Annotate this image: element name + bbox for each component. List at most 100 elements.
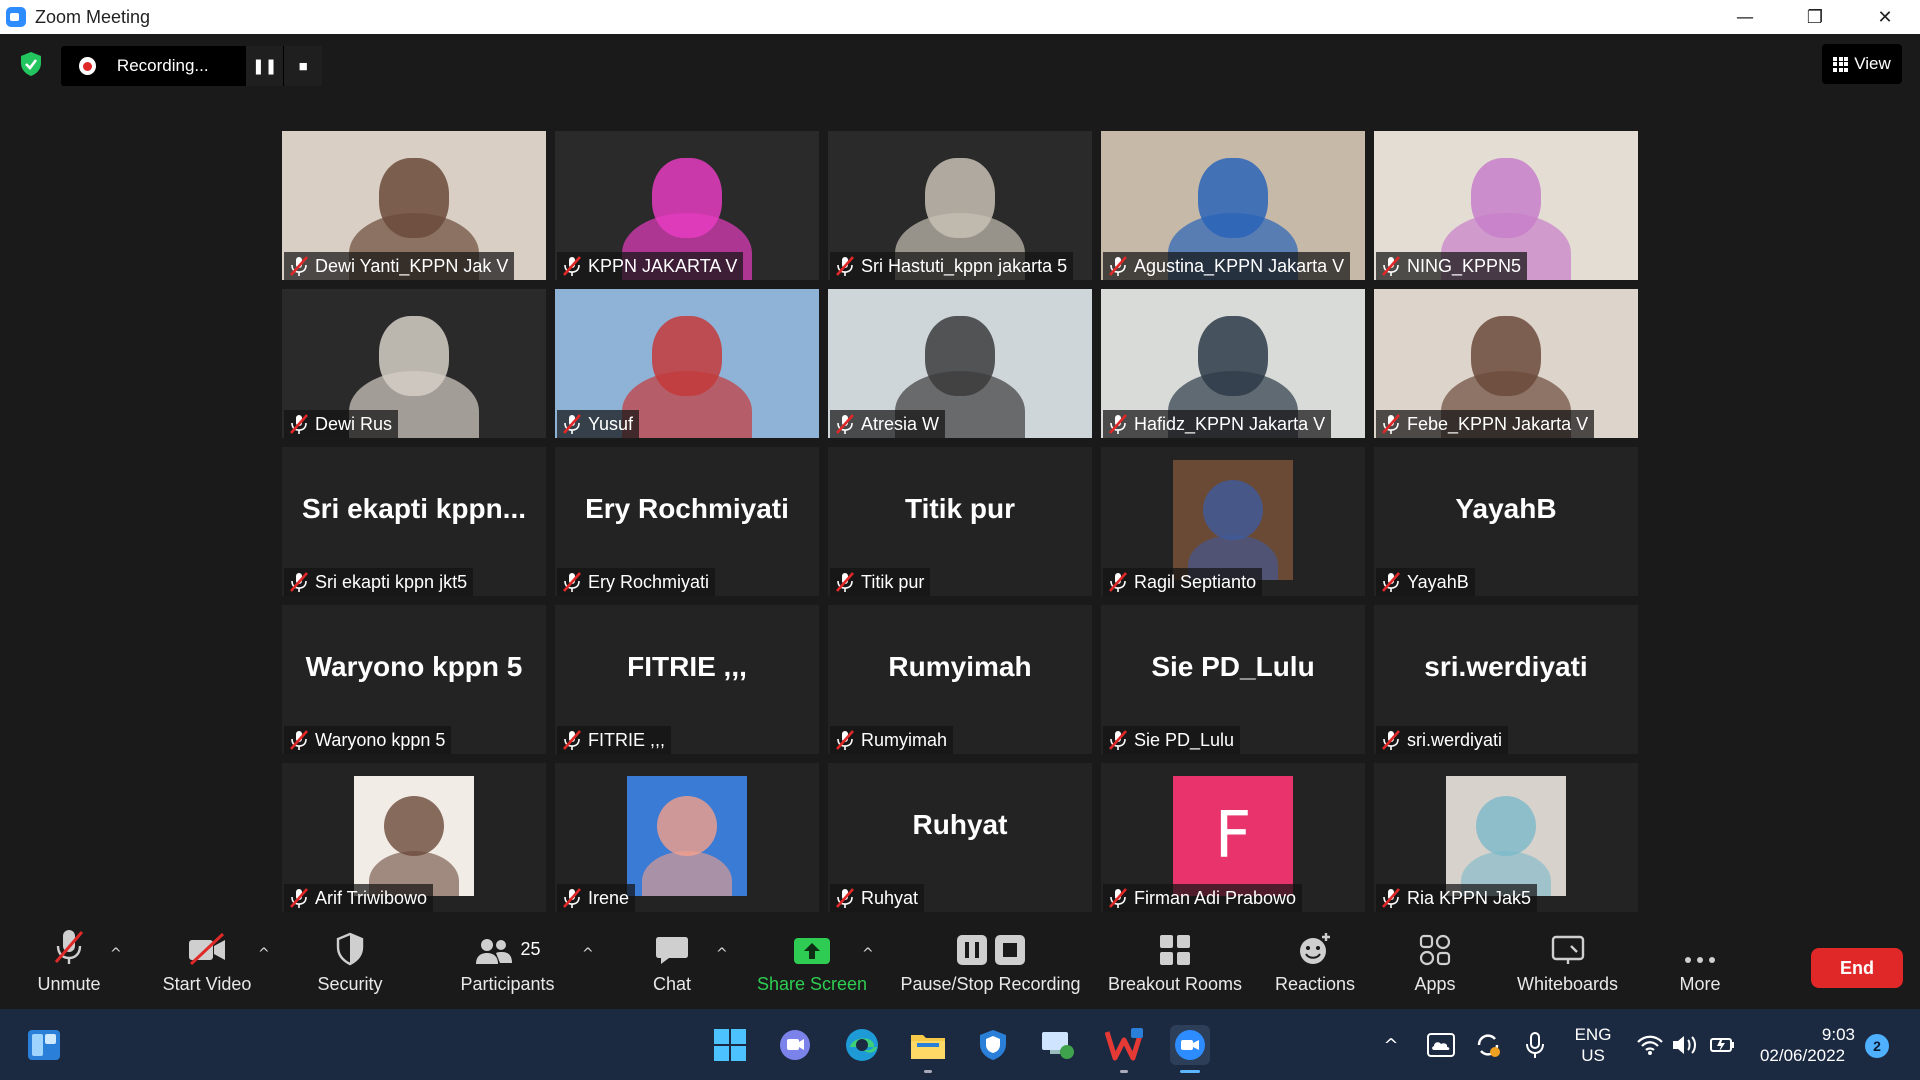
pause-stop-recording-button[interactable]: Pause/Stop Recording bbox=[898, 920, 1083, 1009]
microphone-tray-icon[interactable] bbox=[1515, 1025, 1555, 1065]
end-meeting-button[interactable]: End bbox=[1811, 948, 1903, 988]
battery-charging-icon[interactable] bbox=[1703, 1025, 1743, 1065]
participant-tile[interactable]: Atresia W bbox=[828, 289, 1092, 438]
participant-tile[interactable]: Febe_KPPN Jakarta V bbox=[1374, 289, 1638, 438]
participant-name: YayahB bbox=[1407, 571, 1469, 592]
share-options-caret-icon[interactable]: ^ bbox=[862, 946, 874, 962]
audio-options-caret-icon[interactable]: ^ bbox=[110, 946, 122, 962]
pause-stop-icon bbox=[956, 920, 1026, 966]
unmute-button[interactable]: Unmute bbox=[24, 920, 114, 1009]
participant-tile[interactable]: Irene bbox=[555, 763, 819, 912]
participant-tile[interactable]: Dewi Rus bbox=[282, 289, 546, 438]
participant-tile[interactable]: Titik pur Titik pur bbox=[828, 447, 1092, 596]
onedrive-cloud-icon[interactable] bbox=[1421, 1025, 1461, 1065]
microphone-muted-icon bbox=[52, 920, 86, 966]
participant-tile[interactable]: F Firman Adi Prabowo bbox=[1101, 763, 1365, 912]
participant-name-tag: Hafidz_KPPN Jakarta V bbox=[1103, 410, 1332, 438]
participant-tile[interactable]: Yusuf bbox=[555, 289, 819, 438]
participant-name-tag: Ery Rochmiyati bbox=[557, 568, 716, 596]
participants-options-caret-icon[interactable]: ^ bbox=[582, 946, 594, 962]
participant-tile[interactable]: Waryono kppn 5 Waryono kppn 5 bbox=[282, 605, 546, 754]
start-video-button[interactable]: Start Video bbox=[152, 920, 262, 1009]
stop-recording-button[interactable]: ■ bbox=[284, 46, 322, 86]
participant-name: Sie PD_Lulu bbox=[1134, 729, 1235, 750]
muted-microphone-icon bbox=[836, 888, 854, 908]
participant-tile[interactable]: FITRIE ,,, FITRIE ,,, bbox=[555, 605, 819, 754]
participant-name: FITRIE ,,, bbox=[588, 729, 666, 750]
participant-name: Febe_KPPN Jakarta V bbox=[1407, 413, 1589, 434]
participant-tile[interactable]: Ria KPPN Jak5 bbox=[1374, 763, 1638, 912]
muted-microphone-icon bbox=[1109, 730, 1127, 750]
notification-badge[interactable]: 2 bbox=[1865, 1034, 1889, 1058]
participant-tile[interactable]: Arif Triwibowo bbox=[282, 763, 546, 912]
close-button[interactable]: ✕ bbox=[1850, 0, 1920, 34]
whiteboards-button[interactable]: Whiteboards bbox=[1505, 920, 1630, 1009]
widgets-icon[interactable] bbox=[24, 1025, 64, 1065]
zoom-taskbar-icon[interactable] bbox=[1170, 1025, 1210, 1073]
more-button[interactable]: More bbox=[1655, 920, 1745, 1009]
participant-tile[interactable]: NING_KPPN5 bbox=[1374, 131, 1638, 280]
wifi-icon[interactable] bbox=[1630, 1025, 1670, 1065]
participant-name-tag: Irene bbox=[557, 884, 636, 912]
apps-button[interactable]: Apps bbox=[1390, 920, 1480, 1009]
participant-name-tag: Yusuf bbox=[557, 410, 640, 438]
minimize-button[interactable]: — bbox=[1710, 0, 1780, 34]
participant-tile[interactable]: Agustina_KPPN Jakarta V bbox=[1101, 131, 1365, 280]
participant-tile[interactable]: YayahB YayahB bbox=[1374, 447, 1638, 596]
whiteboard-icon bbox=[1551, 920, 1585, 966]
participant-display-name: Sie PD_Lulu bbox=[1151, 651, 1315, 682]
sync-status-icon[interactable] bbox=[1468, 1025, 1508, 1065]
participant-display-name: Titik pur bbox=[905, 493, 1015, 524]
share-screen-button[interactable]: Share Screen bbox=[752, 920, 872, 1009]
input-language[interactable]: ENG US bbox=[1568, 1024, 1618, 1066]
clock-date: 02/06/2022 bbox=[1759, 1046, 1846, 1065]
wps-office-icon[interactable] bbox=[1104, 1025, 1144, 1073]
encryption-shield-icon[interactable] bbox=[18, 51, 44, 77]
file-explorer-icon[interactable] bbox=[908, 1025, 948, 1073]
participant-tile[interactable]: Sie PD_Lulu Sie PD_Lulu bbox=[1101, 605, 1365, 754]
chat-options-caret-icon[interactable]: ^ bbox=[716, 946, 728, 962]
muted-microphone-icon bbox=[290, 572, 308, 592]
pause-stop-label: Pause/Stop Recording bbox=[900, 974, 1081, 994]
clock[interactable]: 9:03 02/06/2022 bbox=[1740, 1024, 1865, 1066]
start-menu-icon[interactable] bbox=[710, 1025, 750, 1065]
video-options-caret-icon[interactable]: ^ bbox=[258, 946, 270, 962]
participant-photo bbox=[1446, 776, 1566, 896]
reactions-button[interactable]: Reactions bbox=[1270, 920, 1360, 1009]
participant-display-name: FITRIE ,,, bbox=[627, 651, 747, 682]
participant-tile[interactable]: Rumyimah Rumyimah bbox=[828, 605, 1092, 754]
participant-tile[interactable]: Ery Rochmiyati Ery Rochmiyati bbox=[555, 447, 819, 596]
participant-tile[interactable]: Hafidz_KPPN Jakarta V bbox=[1101, 289, 1365, 438]
muted-microphone-icon bbox=[1109, 572, 1127, 592]
participant-tile[interactable]: Sri ekapti kppn... Sri ekapti kppn jkt5 bbox=[282, 447, 546, 596]
participants-label: Participants bbox=[460, 974, 555, 994]
view-button[interactable]: View bbox=[1822, 44, 1902, 84]
muted-microphone-icon bbox=[1109, 414, 1127, 434]
participant-tile[interactable]: Ruhyat Ruhyat bbox=[828, 763, 1092, 912]
participant-tile[interactable]: Sri Hastuti_kppn jakarta 5 bbox=[828, 131, 1092, 280]
volume-icon[interactable] bbox=[1665, 1025, 1705, 1065]
show-hidden-icons-chevron-icon[interactable]: ^ bbox=[1371, 1025, 1411, 1065]
participant-name: Dewi Yanti_KPPN Jak V bbox=[315, 255, 509, 276]
participant-tile[interactable]: Ragil Septianto bbox=[1101, 447, 1365, 596]
security-button[interactable]: Security bbox=[305, 920, 395, 1009]
participant-photo bbox=[1173, 460, 1293, 580]
pause-recording-button[interactable]: ❚❚ bbox=[245, 46, 284, 86]
participant-name-tag: Waryono kppn 5 bbox=[284, 726, 452, 754]
gallery-view: Dewi Yanti_KPPN Jak V KPPN JAKARTA V Sri H… bbox=[282, 131, 1638, 912]
chat-button[interactable]: Chat bbox=[627, 920, 717, 1009]
participant-tile[interactable]: sri.werdiyati sri.werdiyati bbox=[1374, 605, 1638, 754]
participant-name: Sri ekapti kppn jkt5 bbox=[315, 571, 468, 592]
participant-tile[interactable]: Dewi Yanti_KPPN Jak V bbox=[282, 131, 546, 280]
explorer-running-indicator bbox=[924, 1070, 932, 1073]
security-app-icon[interactable] bbox=[973, 1025, 1013, 1065]
participant-tile[interactable]: KPPN JAKARTA V bbox=[555, 131, 819, 280]
restore-button[interactable]: ❐ bbox=[1780, 0, 1850, 34]
edge-browser-icon[interactable] bbox=[842, 1025, 882, 1065]
remote-desktop-icon[interactable] bbox=[1038, 1025, 1078, 1065]
participants-button[interactable]: 25 Participants bbox=[455, 920, 560, 1009]
chat-bubble-icon bbox=[655, 920, 689, 966]
muted-microphone-icon bbox=[290, 414, 308, 434]
teams-chat-icon[interactable] bbox=[775, 1025, 815, 1065]
breakout-rooms-button[interactable]: Breakout Rooms bbox=[1100, 920, 1250, 1009]
